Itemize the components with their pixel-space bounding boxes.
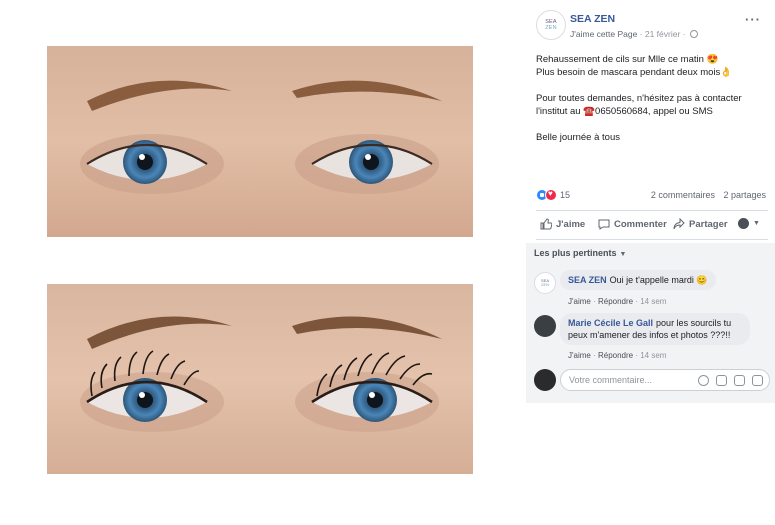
page-avatar[interactable]: SEA ZEN bbox=[536, 10, 566, 40]
post-text-line: Belle journée à tous bbox=[536, 132, 620, 143]
globe-icon bbox=[689, 30, 698, 38]
comment-bubble: Marie Cécile Le Gall pour les sourcils tu… bbox=[560, 313, 750, 345]
share-button[interactable]: Partager bbox=[673, 218, 728, 230]
more-options-button[interactable]: ··· bbox=[745, 12, 761, 27]
comment-like-link[interactable]: J'aime bbox=[568, 297, 591, 306]
photo-after[interactable] bbox=[47, 284, 473, 474]
comment-text: peux m'amener des infos et photos ???!! bbox=[568, 330, 731, 340]
comment-sort-dropdown[interactable]: Les plus pertinents ▼ bbox=[534, 248, 626, 258]
reaction-count[interactable]: 15 bbox=[560, 190, 570, 200]
like-button[interactable]: J'aime bbox=[540, 218, 585, 230]
post-text-line: Plus besoin de mascara pendant deux mois… bbox=[536, 67, 733, 78]
emoji-icon[interactable] bbox=[698, 375, 709, 386]
post-text-line: l'institut au ☎️0650560684, appel ou SMS bbox=[536, 106, 713, 117]
love-reaction-icon[interactable] bbox=[545, 189, 557, 201]
comment-author-link[interactable]: Marie Cécile Le Gall bbox=[568, 318, 653, 328]
post-text-line: Pour toutes demandes, n'hésitez pas à co… bbox=[536, 93, 742, 104]
post-date[interactable]: · 21 février · bbox=[637, 29, 688, 39]
photo-before[interactable] bbox=[47, 46, 473, 237]
comment-text: pour les sourcils tu bbox=[656, 318, 732, 328]
comment-text: Oui je t'appelle mardi 😊 bbox=[609, 275, 708, 285]
shares-count-link[interactable]: 2 partages bbox=[723, 190, 766, 200]
post-panel: SEA ZEN SEA ZEN J'aime cette Page · 21 f… bbox=[526, 0, 775, 525]
comments-count-link[interactable]: 2 commentaires bbox=[651, 190, 715, 200]
post-text-line: Rehaussement de cils sur Mlle ce matin 😍 bbox=[536, 54, 719, 65]
facebook-photo-viewer: SEA ZEN SEA ZEN J'aime cette Page · 21 f… bbox=[0, 0, 775, 525]
comment-author-link[interactable]: SEA ZEN bbox=[568, 275, 607, 285]
comment-input[interactable]: Votre commentaire... bbox=[560, 369, 770, 391]
share-button-label: Partager bbox=[689, 218, 728, 230]
commenter-avatar[interactable] bbox=[534, 315, 556, 337]
comment-reply-link[interactable]: Répondre bbox=[598, 351, 633, 360]
current-user-avatar bbox=[534, 369, 556, 391]
comment-like-link[interactable]: J'aime bbox=[568, 351, 591, 360]
post-actions: J'aime Commenter Partager ▼ bbox=[536, 214, 768, 236]
react-as-button[interactable]: ▼ bbox=[738, 218, 760, 229]
comment-meta: J'aime · Répondre · 14 sem bbox=[568, 297, 667, 306]
avatar-text-bottom: ZEN bbox=[545, 25, 557, 31]
avatar bbox=[738, 218, 749, 229]
comment-reply-link[interactable]: Répondre bbox=[598, 297, 633, 306]
post-header: SEA ZEN SEA ZEN J'aime cette Page · 21 f… bbox=[536, 10, 771, 44]
comment-input-placeholder: Votre commentaire... bbox=[569, 375, 653, 385]
camera-icon[interactable] bbox=[716, 375, 727, 386]
divider bbox=[536, 239, 768, 240]
comment-time[interactable]: 14 sem bbox=[640, 351, 666, 360]
comment-button-label: Commenter bbox=[614, 218, 667, 230]
chevron-down-icon: ▼ bbox=[753, 220, 760, 227]
reactions-bar: 15 2 commentaires 2 partages bbox=[536, 189, 766, 203]
comment-sort-label: Les plus pertinents bbox=[534, 248, 617, 258]
chevron-down-icon: ▼ bbox=[619, 251, 627, 258]
post-meta: J'aime cette Page · 21 février · bbox=[570, 29, 698, 39]
comment-time[interactable]: 14 sem bbox=[640, 297, 666, 306]
like-button-label: J'aime bbox=[556, 218, 586, 230]
comment-composer: Votre commentaire... bbox=[534, 367, 772, 393]
gif-icon[interactable] bbox=[734, 375, 745, 386]
comment-item: Marie Cécile Le Gall pour les sourcils tu… bbox=[534, 313, 769, 363]
post-text: Rehaussement de cils sur Mlle ce matin 😍… bbox=[536, 53, 771, 157]
photo-area bbox=[0, 0, 525, 525]
commenter-avatar[interactable]: SEA ZEN bbox=[534, 272, 556, 294]
comment-bubble: SEA ZEN Oui je t'appelle mardi 😊 bbox=[560, 270, 716, 290]
like-icon bbox=[540, 218, 552, 230]
page-name-link[interactable]: SEA ZEN bbox=[570, 13, 615, 25]
share-icon bbox=[673, 218, 685, 230]
like-page-link[interactable]: J'aime cette Page bbox=[570, 29, 637, 39]
comment-item: SEA ZEN SEA ZEN Oui je t'appelle mardi 😊 … bbox=[534, 270, 769, 310]
comment-icon bbox=[598, 219, 610, 230]
avatar-text-bottom: ZEN bbox=[541, 282, 549, 287]
comment-meta: J'aime · Répondre · 14 sem bbox=[568, 351, 667, 360]
composer-icons bbox=[698, 375, 763, 386]
divider bbox=[536, 210, 768, 211]
sticker-icon[interactable] bbox=[752, 375, 763, 386]
